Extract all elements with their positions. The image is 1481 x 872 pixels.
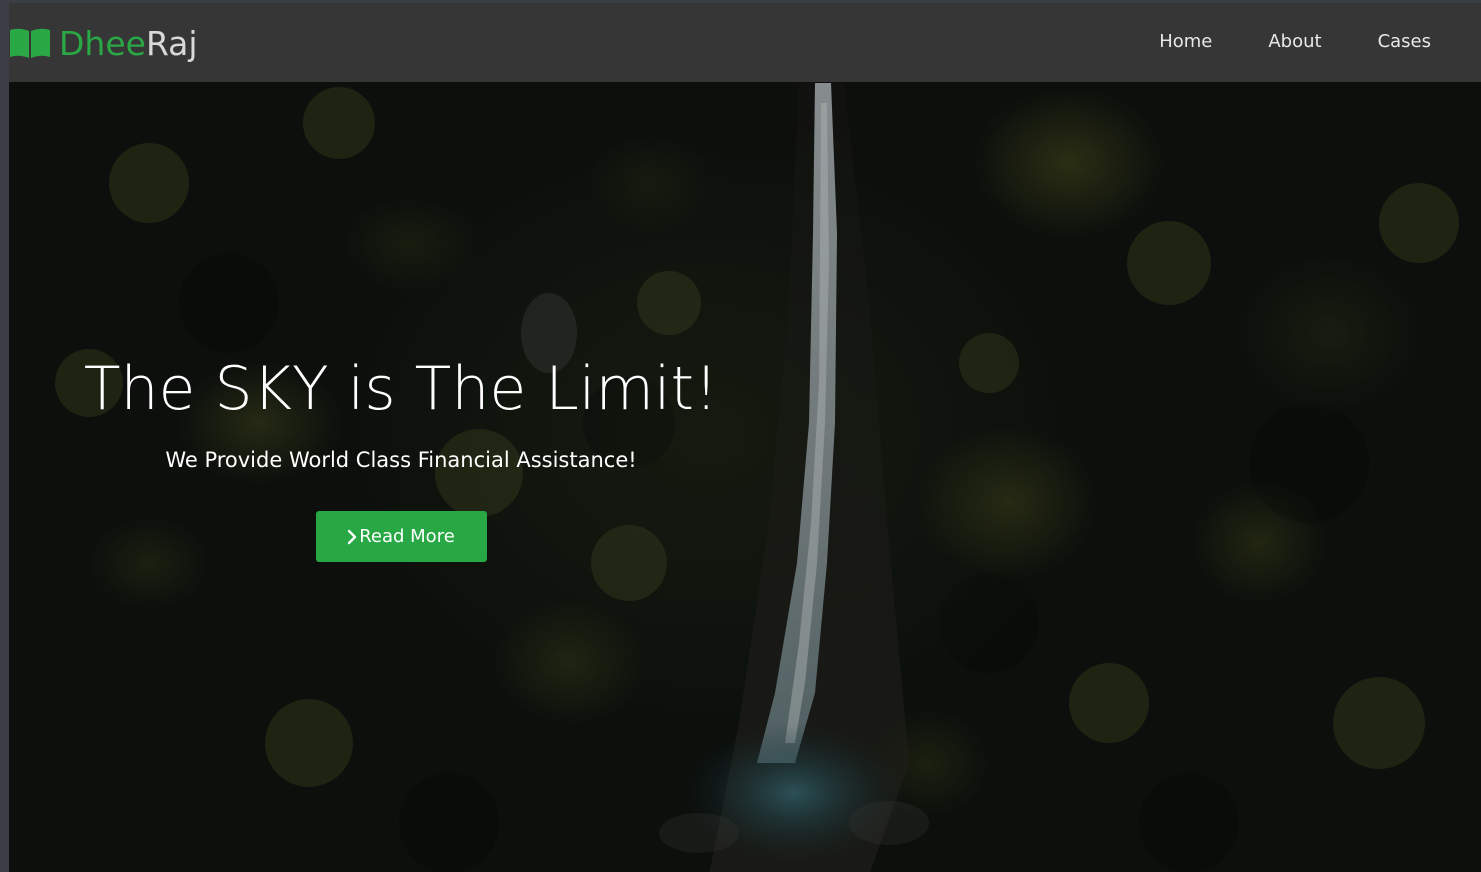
- brand-name-part2: Raj: [145, 23, 198, 63]
- brand-logo[interactable]: Dhee Raj: [9, 23, 198, 63]
- chevron-right-icon: [348, 529, 357, 544]
- nav-home[interactable]: Home: [1159, 31, 1212, 52]
- hero-centered: The SKY is The Limit! We Provide World C…: [0, 347, 1185, 562]
- brand-name-part1: Dhee: [59, 23, 146, 63]
- nav-cases[interactable]: Cases: [1378, 31, 1431, 52]
- hero-subtitle: We Provide World Class Financial Assista…: [165, 448, 637, 472]
- read-more-label: Read More: [359, 526, 455, 547]
- open-book-icon: [10, 28, 50, 58]
- nav-links: Home About Cases: [1159, 31, 1431, 52]
- hero-title: The SKY is The Limit!: [83, 354, 719, 424]
- nav-about[interactable]: About: [1268, 31, 1321, 52]
- read-more-button[interactable]: Read More: [315, 511, 487, 562]
- navbar: Dhee Raj Home About Cases: [9, 3, 1481, 82]
- page: Dhee Raj Home About Cases The SKY is The …: [0, 0, 1481, 872]
